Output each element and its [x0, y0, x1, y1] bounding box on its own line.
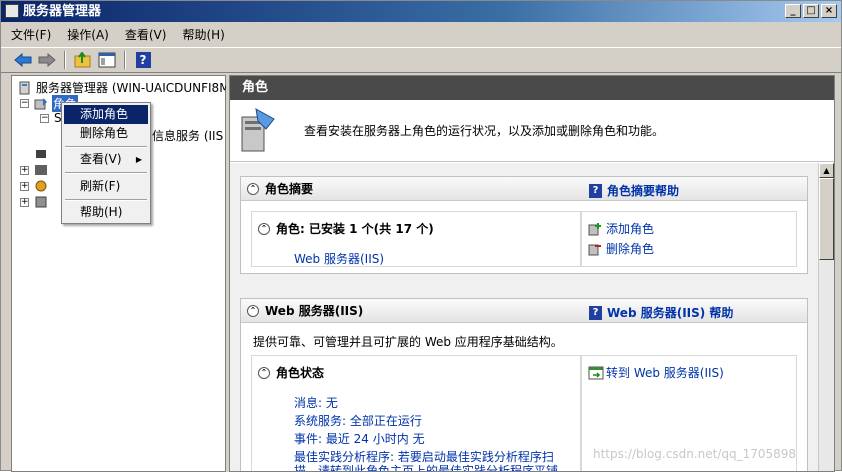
tree-item-configuration[interactable]: +	[20, 195, 52, 209]
menu-item-view[interactable]: 查看(V) ▶	[64, 150, 148, 169]
configuration-icon	[34, 195, 48, 209]
web-server-title: Web 服务器(IIS)	[265, 304, 364, 318]
roles-large-icon	[236, 107, 280, 155]
web-server-header[interactable]: ⌃ Web 服务器(IIS) ? Web 服务器(IIS) 帮助	[241, 299, 807, 323]
roles-scroll-area: ⌃ 角色摘要 ? 角色摘要帮助 ⌃ 角色: 已安装 1 个(共 17 个) We…	[230, 163, 820, 471]
diagnostics-icon	[34, 179, 48, 193]
tree-item-features[interactable]: +	[20, 163, 52, 177]
menu-action[interactable]: 操作(A)	[67, 26, 109, 43]
menu-view[interactable]: 查看(V)	[125, 26, 167, 43]
details-pane: 角色 查看安装在服务器上角色的运行状况，以及添加或删除角色和功能。 ⌃ 角色摘要…	[229, 75, 835, 472]
roles-icon	[34, 97, 48, 111]
help-icon[interactable]: ?	[133, 50, 153, 70]
collapse-up-icon[interactable]: ⌃	[247, 304, 259, 317]
intro-banner: 查看安装在服务器上角色的运行状况，以及添加或删除角色和功能。	[230, 100, 834, 162]
watermark: https://blog.csdn.net/qq_1705898	[593, 447, 797, 461]
close-button[interactable]: ×	[821, 4, 837, 18]
server-manager-icon	[18, 81, 32, 95]
menu-item-add-role[interactable]: 添加角色	[64, 105, 148, 124]
server-manager-window: 服务器管理器 _ □ × 文件(F) 操作(A) 查看(V) 帮助(H) ? 服…	[0, 0, 842, 472]
show-hide-tree-icon[interactable]	[97, 50, 117, 70]
scroll-up-button[interactable]: ▲	[819, 163, 834, 178]
collapse-toggle[interactable]: −	[40, 113, 49, 123]
toolbar: ?	[1, 47, 841, 73]
add-roles-link[interactable]: 添加角色	[588, 220, 654, 237]
tree-item-diagnostics[interactable]: +	[20, 179, 52, 193]
title-bar[interactable]: 服务器管理器 _ □ ×	[1, 1, 841, 22]
system-services-link[interactable]: 系统服务: 全部正在运行	[294, 412, 422, 429]
menu-separator	[65, 146, 147, 148]
pane-header: 角色	[230, 76, 834, 100]
toolbar-separator	[64, 51, 66, 69]
forward-arrow-icon[interactable]	[37, 50, 57, 70]
messages-link[interactable]: 消息: 无	[294, 394, 338, 411]
tree-item-iis-services[interactable]: 信息服务 (IIS	[152, 127, 223, 144]
add-role-icon	[588, 222, 602, 236]
app-icon	[5, 4, 19, 18]
maximize-button[interactable]: □	[803, 4, 819, 18]
features-icon	[34, 163, 48, 177]
roles-summary-header[interactable]: ⌃ 角色摘要 ? 角色摘要帮助	[241, 177, 807, 201]
menu-separator	[65, 199, 147, 201]
help-icon: ?	[589, 305, 602, 320]
collapse-up-icon[interactable]: ⌃	[247, 182, 259, 195]
back-arrow-icon[interactable]	[13, 50, 33, 70]
submenu-arrow-icon: ▶	[135, 155, 142, 164]
tree-item-storage[interactable]	[20, 147, 52, 161]
up-folder-icon[interactable]	[73, 50, 93, 70]
expand-toggle[interactable]: +	[20, 197, 29, 207]
events-link[interactable]: 事件: 最近 24 小时内 无	[294, 430, 425, 447]
tree-iis-label: 信息服务 (IIS	[152, 129, 224, 143]
role-status-header[interactable]: ⌃ 角色状态	[258, 364, 324, 381]
goto-web-server-link[interactable]: 转到 Web 服务器(IIS)	[588, 364, 724, 381]
help-icon: ?	[589, 183, 602, 198]
roles-count-header[interactable]: ⌃ 角色: 已安装 1 个(共 17 个)	[258, 220, 434, 237]
menu-item-remove-role[interactable]: 删除角色	[64, 124, 148, 143]
roles-summary-body: ⌃ 角色: 已安装 1 个(共 17 个) Web 服务器(IIS)	[251, 211, 581, 267]
goto-icon	[588, 366, 604, 380]
expand-toggle[interactable]: +	[20, 165, 29, 175]
web-server-section: ⌃ Web 服务器(IIS) ? Web 服务器(IIS) 帮助 提供可靠、可管…	[240, 298, 808, 471]
window-title: 服务器管理器	[23, 4, 102, 19]
roles-summary-title: 角色摘要	[265, 182, 314, 196]
roles-count-text: 角色: 已安装 1 个(共 17 个)	[276, 222, 434, 236]
minimize-button[interactable]: _	[785, 4, 801, 18]
collapse-up-icon[interactable]: ⌃	[258, 366, 270, 379]
scroll-thumb[interactable]	[819, 178, 834, 260]
tree-root-label: 服务器管理器 (WIN-UAICDUNFI8M)	[36, 81, 235, 95]
collapse-toggle[interactable]: −	[20, 99, 29, 108]
web-server-help-link[interactable]: ? Web 服务器(IIS) 帮助	[589, 304, 733, 321]
vertical-scrollbar[interactable]: ▲	[818, 163, 834, 471]
roles-summary-section: ⌃ 角色摘要 ? 角色摘要帮助 ⌃ 角色: 已安装 1 个(共 17 个) We…	[240, 176, 808, 274]
intro-text: 查看安装在服务器上角色的运行状况，以及添加或删除角色和功能。	[304, 124, 665, 138]
menu-separator	[65, 172, 147, 174]
menu-bar: 文件(F) 操作(A) 查看(V) 帮助(H)	[1, 23, 841, 45]
context-menu: 添加角色 删除角色 查看(V) ▶ 刷新(F) 帮助(H)	[61, 102, 151, 224]
web-server-description: 提供可靠、可管理并且可扩展的 Web 应用程序基础结构。	[253, 335, 563, 349]
roles-summary-help-link[interactable]: ? 角色摘要帮助	[589, 182, 679, 199]
remove-roles-link[interactable]: 删除角色	[588, 240, 654, 257]
expand-toggle[interactable]: +	[20, 181, 29, 191]
tree-item-server-manager[interactable]: 服务器管理器 (WIN-UAICDUNFI8M)	[18, 79, 234, 96]
roles-actions-panel: 添加角色 删除角色	[581, 211, 797, 267]
menu-item-refresh[interactable]: 刷新(F)	[64, 177, 148, 196]
remove-role-icon	[588, 242, 602, 256]
menu-item-help[interactable]: 帮助(H)	[64, 203, 148, 222]
storage-icon	[34, 147, 48, 161]
role-status-body: ⌃ 角色状态 消息: 无 系统服务: 全部正在运行 事件: 最近 24 小时内 …	[251, 355, 581, 471]
menu-help[interactable]: 帮助(H)	[182, 26, 224, 43]
toolbar-separator	[124, 51, 126, 69]
menu-file[interactable]: 文件(F)	[11, 26, 51, 43]
installed-role-link[interactable]: Web 服务器(IIS)	[294, 250, 384, 267]
collapse-up-icon[interactable]: ⌃	[258, 222, 270, 235]
